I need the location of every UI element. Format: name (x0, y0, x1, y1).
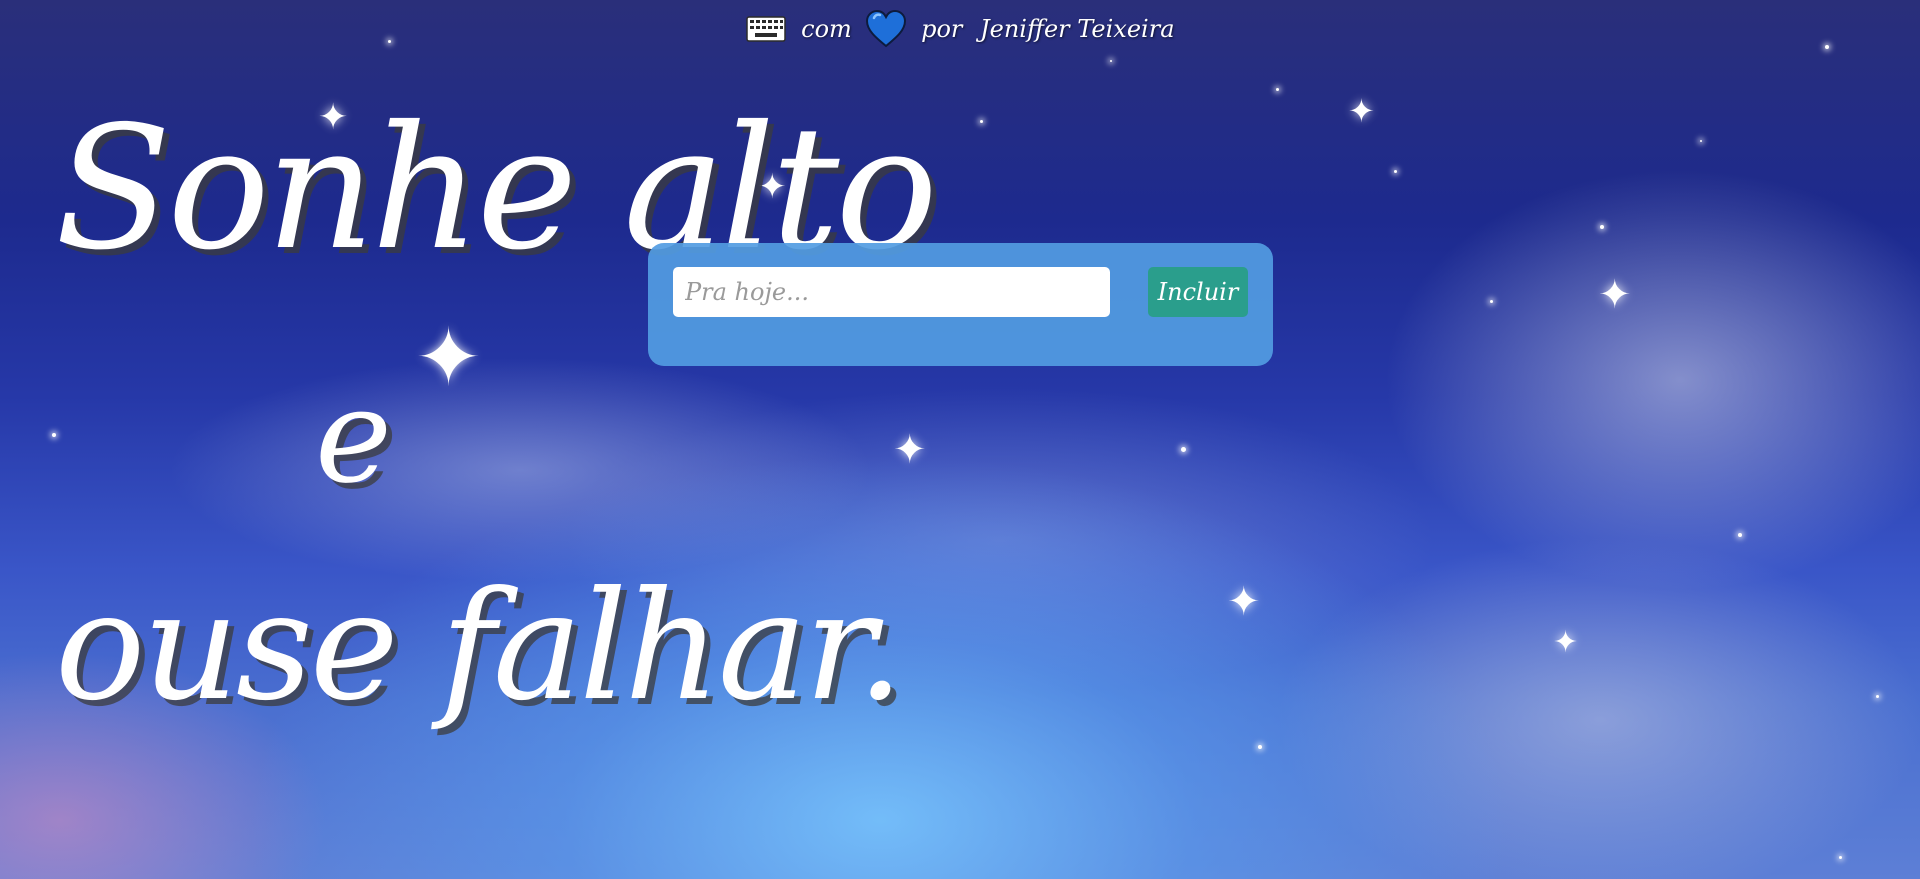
todo-input[interactable] (673, 267, 1110, 317)
author-name: Jeniffer Teixeira (980, 15, 1175, 43)
blue-heart-icon (865, 9, 907, 48)
star (1394, 170, 1397, 173)
star (1700, 140, 1702, 142)
star (1738, 533, 1742, 537)
sparkle-icon: ✦ (1553, 625, 1579, 660)
sparkle-icon: ✦ (893, 427, 927, 473)
quote-line-3: ouse falhar. (55, 560, 904, 734)
quote-line-2: e (315, 360, 392, 512)
star (1258, 745, 1262, 749)
star (1276, 88, 1279, 91)
star (1876, 695, 1879, 698)
add-todo-button[interactable]: Incluir (1148, 267, 1248, 317)
star (1839, 856, 1842, 859)
credit-line: com por Jeniffer Teixeira (0, 9, 1920, 48)
sparkle-icon: ✦ (415, 311, 483, 404)
credit-with-text: com (801, 15, 852, 43)
credit-by-text: por (921, 15, 963, 43)
star (980, 120, 983, 123)
star (52, 433, 56, 437)
sparkle-icon: ✦ (1598, 272, 1632, 318)
sparkle-icon: ✦ (1348, 92, 1375, 130)
keyboard-icon (745, 16, 786, 42)
star (1110, 60, 1112, 62)
sparkle-icon: ✦ (1227, 579, 1261, 625)
star (1490, 300, 1493, 303)
todo-panel: Incluir (648, 243, 1273, 366)
star (1600, 225, 1604, 229)
star (1181, 447, 1186, 452)
